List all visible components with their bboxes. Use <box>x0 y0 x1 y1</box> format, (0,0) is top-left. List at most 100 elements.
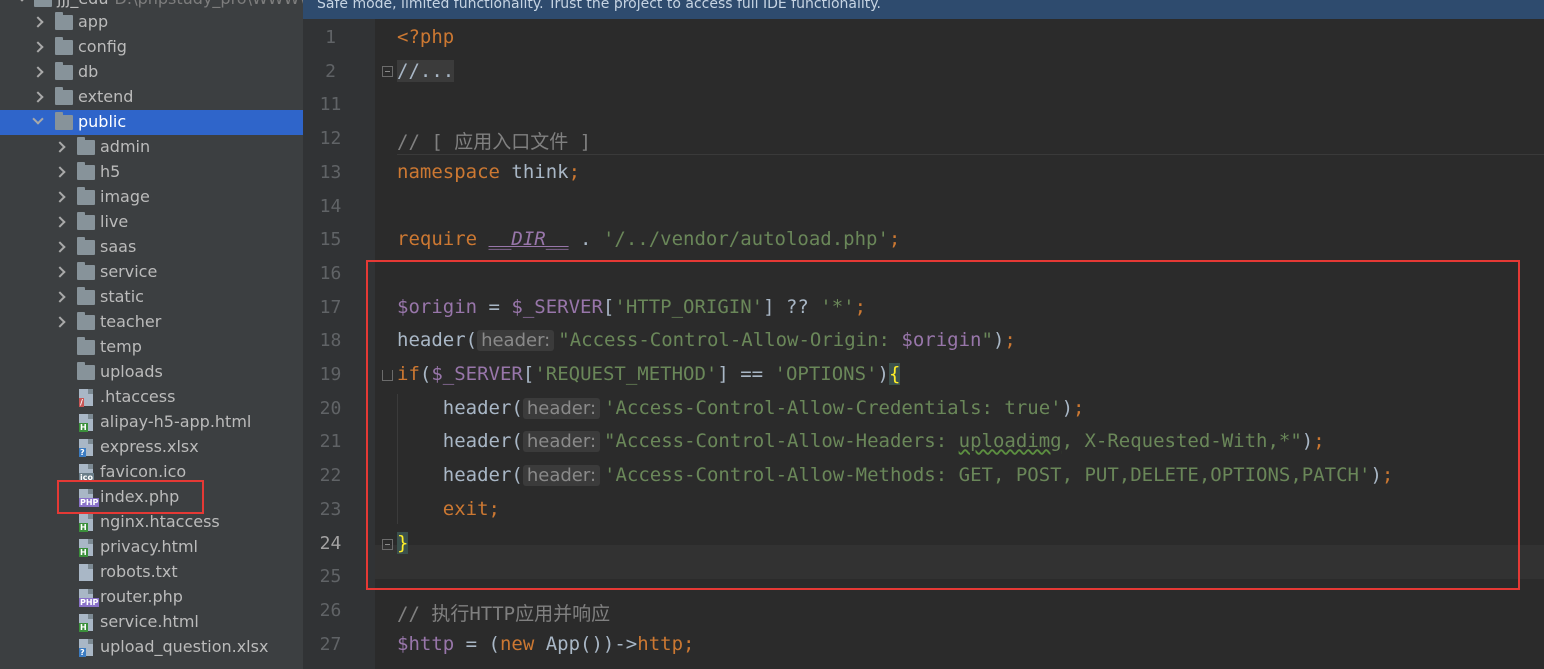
chevron-right-icon[interactable] <box>54 266 66 278</box>
chevron-right-icon[interactable] <box>32 91 44 103</box>
chevron-down-icon[interactable] <box>32 113 44 125</box>
chevron-right-icon[interactable] <box>54 166 66 178</box>
folder-icon <box>77 312 95 330</box>
tree-item-express-xlsx[interactable]: ? express.xlsx <box>0 435 303 460</box>
tree-item-label: service <box>100 262 158 281</box>
tree-item-h5[interactable]: h5 <box>0 160 303 185</box>
tree-item-htaccess[interactable]: / .htaccess <box>0 385 303 410</box>
html-file-icon: H <box>79 614 93 632</box>
tree-item-privacy-html[interactable]: Hprivacy.html <box>0 535 303 560</box>
tree-item-image[interactable]: image <box>0 185 303 210</box>
chevron-right-icon[interactable] <box>54 216 66 228</box>
chevron-right-icon[interactable] <box>32 41 44 53</box>
xlsx-file-badge: ? <box>79 448 86 457</box>
chevron-right-icon[interactable] <box>32 66 44 78</box>
tree-item-static[interactable]: static <box>0 285 303 310</box>
tree-item-upload-question-xlsx[interactable]: ? upload_question.xlsx <box>0 635 303 660</box>
tree-item-router-php[interactable]: PHP router.php <box>0 585 303 610</box>
tree-item-admin[interactable]: admin <box>0 135 303 160</box>
php-file-badge: PHP <box>79 598 100 607</box>
line-number: 2 <box>325 60 336 82</box>
line-number: 22 <box>319 465 342 487</box>
code-token: // [ 应用入口文件 ] <box>397 131 592 154</box>
safe-mode-banner[interactable]: Safe mode, limited functionality. Trust … <box>303 0 1544 19</box>
chevron-right-icon[interactable] <box>54 191 66 203</box>
chevron-right-icon[interactable] <box>32 16 44 28</box>
tree-item-extend[interactable]: extend <box>0 85 303 110</box>
tree-item-uploads[interactable]: uploads <box>0 360 303 385</box>
code-token: '/../vendor/autoload.php' <box>602 228 889 251</box>
code-line[interactable]: // [ 应用入口文件 ] <box>397 127 591 154</box>
html-file-icon: H <box>79 539 93 557</box>
tree-item-service[interactable]: service <box>0 260 303 285</box>
code-token: $http <box>397 632 455 655</box>
tree-item-teacher[interactable]: teacher <box>0 310 303 335</box>
chevron-down-icon[interactable] <box>16 0 28 2</box>
code-token: = ( <box>454 632 500 655</box>
line-number: 14 <box>319 195 342 217</box>
line-number: 24 <box>319 532 342 554</box>
tree-item-label: live <box>100 212 129 231</box>
folder-icon <box>34 0 52 7</box>
html-file-badge: H <box>79 523 88 532</box>
folder-icon <box>77 162 95 180</box>
tree-item-label: favicon.ico <box>100 462 187 481</box>
line-number: 19 <box>319 364 342 385</box>
code-token: __DIR__ <box>488 228 569 251</box>
tree-item-temp[interactable]: temp <box>0 335 303 360</box>
chevron-right-icon[interactable] <box>54 241 66 253</box>
tree-item-label: teacher <box>100 312 162 331</box>
project-tree: jjj_edu D:\phpstudy_pro\WWW\jjj_edu app co… <box>0 0 303 669</box>
line-number: 17 <box>319 296 342 318</box>
tree-item-db[interactable]: db <box>0 60 303 85</box>
tree-item-label: admin <box>100 137 151 156</box>
line-number: 20 <box>319 397 342 419</box>
code-line[interactable]: require __DIR__ . '/../vendor/autoload.p… <box>397 228 900 250</box>
tree-item-label: express.xlsx <box>100 437 199 456</box>
folder-icon <box>55 12 73 30</box>
fold-toggle-icon[interactable] <box>382 66 393 77</box>
tree-item-label: h5 <box>100 162 121 181</box>
code-token: ; <box>683 632 695 655</box>
tree-root-path: D:\phpstudy_pro\WWW\jjj_edu <box>114 0 303 8</box>
code-line[interactable]: <?php <box>397 26 454 48</box>
chevron-right-icon[interactable] <box>54 291 66 303</box>
tree-item-label: config <box>78 37 127 56</box>
html-file-badge: H <box>79 548 88 557</box>
tree-item-live[interactable]: live <box>0 210 303 235</box>
code-line[interactable]: // 执行HTTP应用并响应 <box>397 599 610 626</box>
tree-item-label: public <box>78 112 127 131</box>
xlsx-file-icon: ? <box>79 439 93 457</box>
htaccess-file-icon: / <box>79 389 93 407</box>
tree-item-service-html[interactable]: Hservice.html <box>0 610 303 635</box>
xlsx-file-badge: ? <box>79 648 86 657</box>
code-token: //... <box>397 59 455 82</box>
chevron-right-icon[interactable] <box>54 316 66 328</box>
code-line[interactable]: //... <box>397 59 455 82</box>
folder-icon <box>55 112 73 130</box>
tree-item-config[interactable]: config <box>0 35 303 60</box>
tree-item-alipay-h5-app-html[interactable]: Halipay-h5-app.html <box>0 410 303 435</box>
tree-item-saas[interactable]: saas <box>0 235 303 260</box>
folder-icon <box>77 287 95 305</box>
code-token: require <box>397 228 478 251</box>
tree-item-label: uploads <box>100 362 163 381</box>
line-number: 12 <box>319 128 342 150</box>
folder-icon <box>55 62 73 80</box>
folder-icon <box>77 237 95 255</box>
xlsx-file-icon: ? <box>79 639 93 657</box>
chevron-right-icon[interactable] <box>54 141 66 153</box>
html-file-badge: H <box>79 623 88 632</box>
line-number: 15 <box>319 229 342 251</box>
tree-item-robots-txt[interactable]: robots.txt <box>0 560 303 585</box>
code-line[interactable]: $http = (new App())->http; <box>397 633 694 655</box>
tree-item-label: temp <box>100 337 142 356</box>
tree-item-label: router.php <box>100 587 183 606</box>
tree-item-app[interactable]: app <box>0 10 303 35</box>
code-line[interactable]: namespace think; <box>397 161 580 183</box>
tree-item-label: static <box>100 287 144 306</box>
code-token: App())-> <box>534 632 638 655</box>
tree-item-public[interactable]: public <box>0 110 303 135</box>
highlight-box-index-php <box>57 480 204 514</box>
tree-item-label: app <box>78 12 109 31</box>
